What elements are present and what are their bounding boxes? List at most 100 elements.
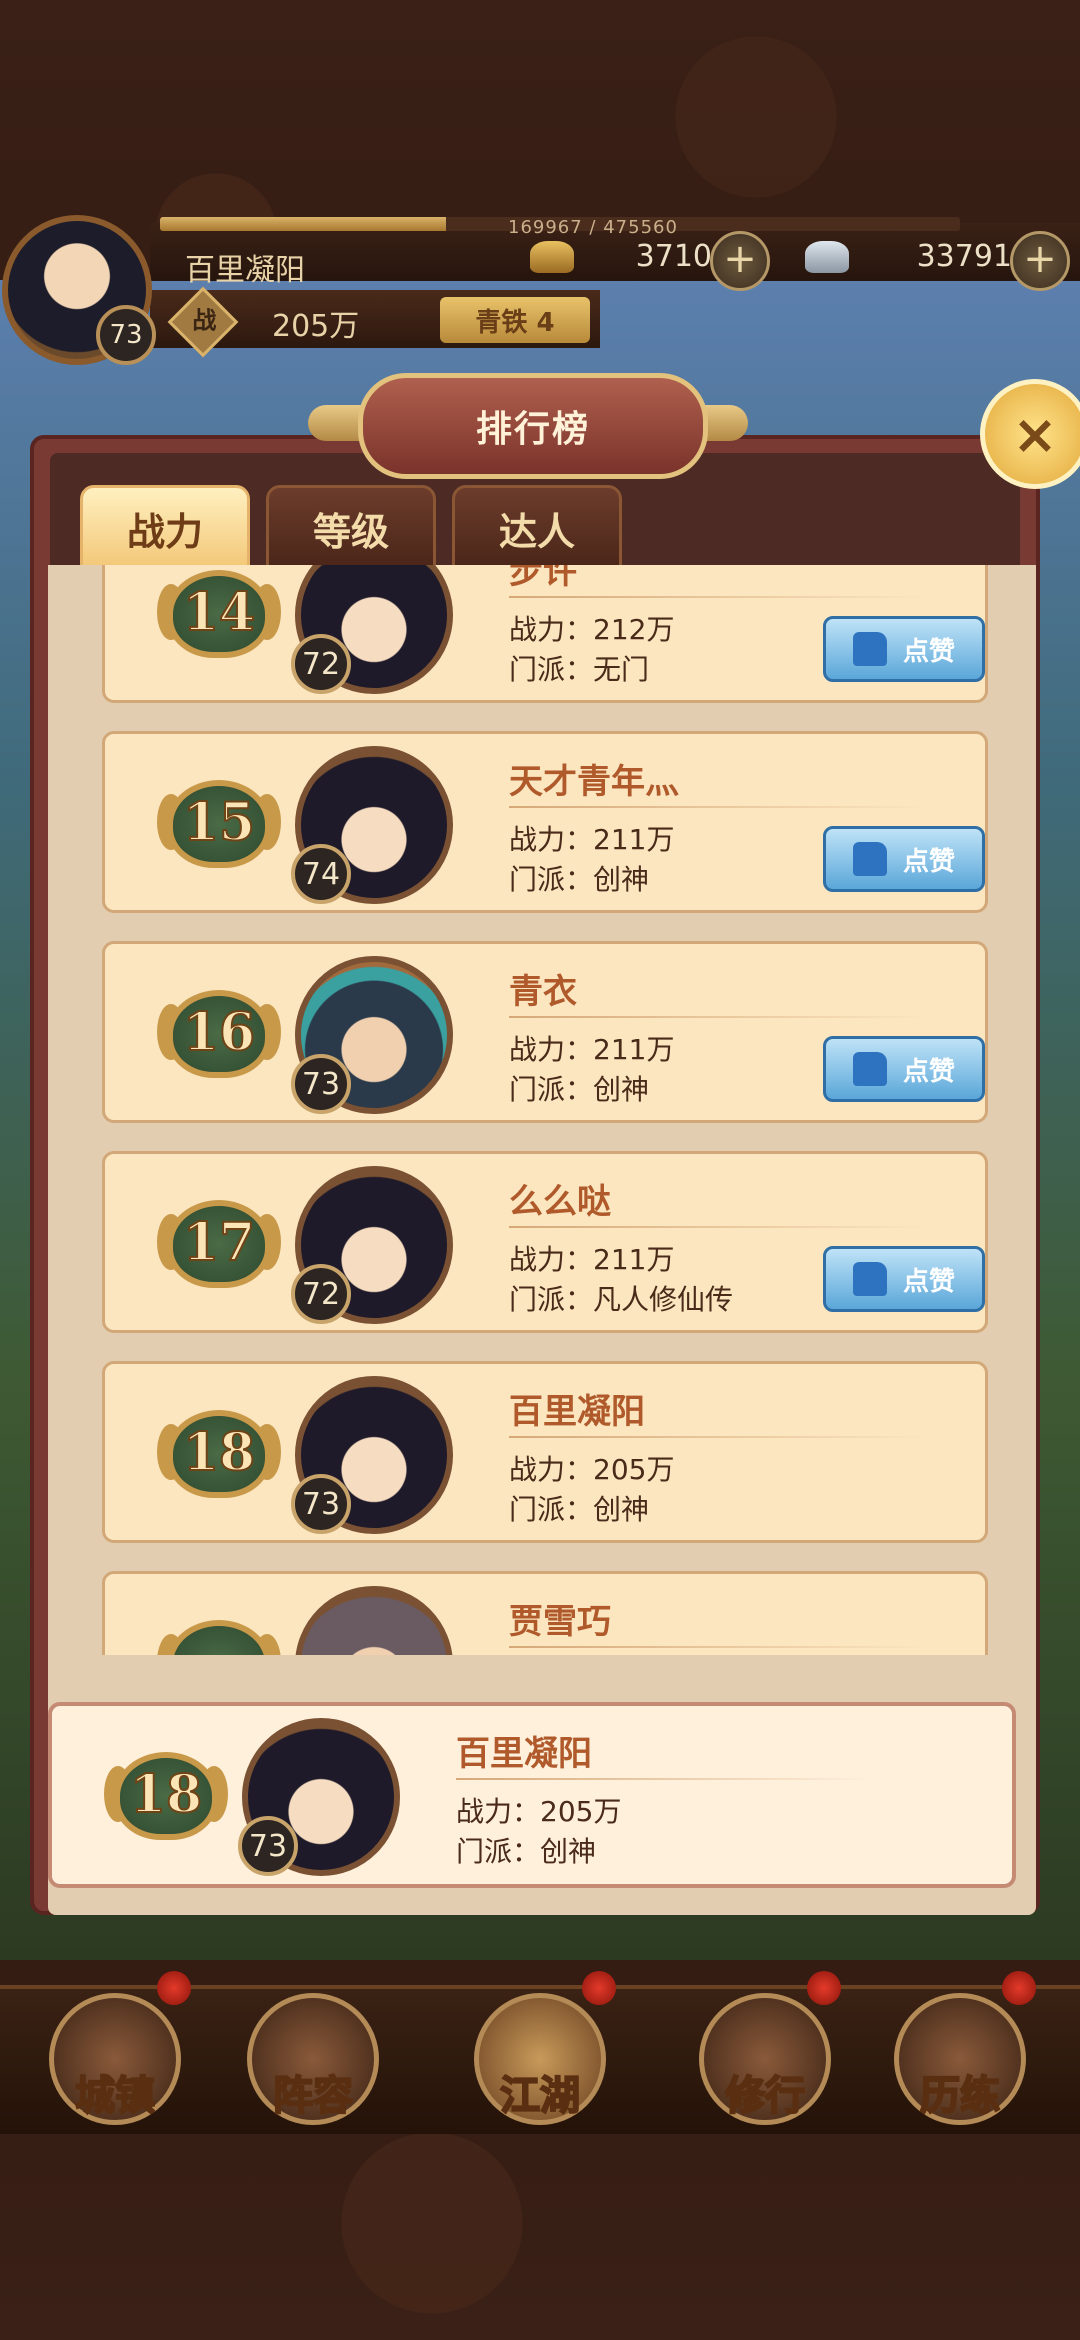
- nav-training[interactable]: 历练: [890, 1971, 1036, 2129]
- player-level-chip: 72: [291, 1264, 351, 1324]
- nav-town[interactable]: 城镇: [45, 1971, 191, 2129]
- notification-dot: [582, 1971, 616, 2005]
- name-divider: [456, 1778, 876, 1780]
- player-sect: 门派：无门: [509, 653, 650, 686]
- player-sect: 门派：创神: [509, 863, 650, 896]
- player-power: 205万: [272, 309, 360, 344]
- tab-power[interactable]: 战力: [80, 485, 250, 571]
- rank-medal: 17: [157, 1194, 281, 1294]
- silver-ingot-icon: [530, 241, 574, 273]
- self-power: 战力：205万: [456, 1795, 622, 1828]
- ranking-row[interactable]: 贾雪巧: [102, 1571, 988, 1655]
- like-button[interactable]: 点赞: [823, 616, 985, 682]
- like-button[interactable]: 点赞: [823, 826, 985, 892]
- name-divider: [509, 806, 929, 808]
- rank-number: 18: [129, 1763, 203, 1826]
- thumbs-up-icon: [852, 1052, 887, 1086]
- self-sect: 门派：创神: [456, 1835, 597, 1868]
- power-icon-label: 战: [192, 306, 217, 335]
- exp-fill: [160, 217, 446, 231]
- player-level-chip: 73: [291, 1474, 351, 1534]
- thumbs-up-icon: [852, 842, 887, 876]
- gold-value: 33791: [916, 239, 1012, 274]
- notification-dot: [807, 1971, 841, 2005]
- player-name: 天才青年灬: [509, 762, 679, 802]
- gold-resource: 33791 +: [805, 231, 1070, 291]
- close-button[interactable]: ×: [980, 379, 1080, 489]
- rank-medal: [157, 1614, 281, 1655]
- ranking-row[interactable]: 17 72 么么哒 战力：211万 门派：凡人修仙传 点赞: [102, 1151, 988, 1333]
- ranking-panel: 排行榜 × 战力 等级 达人 14 72 步许 战力：212万 门派：无门 点赞…: [28, 373, 1080, 1925]
- self-level: 73: [238, 1816, 298, 1876]
- rank-number: 17: [182, 1211, 256, 1274]
- player-avatar[interactable]: 73: [2, 215, 156, 365]
- player-name: 么么哒: [509, 1182, 611, 1222]
- nav-jianghu[interactable]: 江湖: [470, 1971, 616, 2129]
- add-silver-button[interactable]: +: [710, 231, 770, 291]
- nav-town-label: 城镇: [74, 2072, 156, 2120]
- self-name: 百里凝阳: [456, 1734, 592, 1774]
- silver-resource: 3710 +: [530, 231, 770, 291]
- player-power: 战力：212万: [509, 613, 675, 646]
- player-level-chip: 72: [291, 634, 351, 694]
- panel-title: 排行榜: [358, 373, 708, 479]
- like-label: 点赞: [902, 1056, 955, 1087]
- player-power: 战力：211万: [509, 1033, 675, 1066]
- tab-expert[interactable]: 达人: [452, 485, 622, 571]
- player-power: 战力：211万: [509, 1243, 675, 1276]
- player-status-bar: 169967 / 475560 百里凝阳 73 战 205万 青铁 4 3710…: [0, 205, 1080, 375]
- name-divider: [509, 1016, 929, 1018]
- like-label: 点赞: [902, 636, 955, 667]
- name-divider: [509, 1646, 929, 1648]
- player-power: 战力：205万: [509, 1453, 675, 1486]
- add-gold-button[interactable]: +: [1010, 231, 1070, 291]
- name-divider: [509, 1226, 929, 1228]
- player-sect: 门派：凡人修仙传: [509, 1283, 734, 1316]
- nav-jianghu-label: 江湖: [499, 2072, 581, 2120]
- ranking-list[interactable]: 14 72 步许 战力：212万 门派：无门 点赞 15 74 天才青年灬 战力…: [86, 565, 990, 1655]
- rank-number: 14: [182, 581, 256, 644]
- like-button[interactable]: 点赞: [823, 1246, 985, 1312]
- player-name: 步许: [509, 565, 577, 592]
- name-divider: [509, 596, 929, 598]
- nav-lineup-label: 阵容: [272, 2072, 354, 2120]
- player-name: 贾雪巧: [509, 1602, 611, 1642]
- player-level-chip: 74: [291, 844, 351, 904]
- thumbs-up-icon: [852, 1262, 887, 1296]
- medal-shield: [167, 1620, 271, 1655]
- nav-cultivation-label: 修行: [724, 2072, 806, 2120]
- ranking-row[interactable]: 15 74 天才青年灬 战力：211万 门派：创神 点赞: [102, 731, 988, 913]
- rank-medal: 18: [104, 1746, 228, 1846]
- nav-lineup[interactable]: 阵容: [243, 1989, 383, 2129]
- ranking-row[interactable]: 14 72 步许 战力：212万 门派：无门 点赞: [102, 565, 988, 703]
- notification-dot: [1002, 1971, 1036, 2005]
- thumbs-up-icon: [852, 632, 887, 666]
- ranking-row[interactable]: 18 73 百里凝阳 战力：205万 门派：创神: [102, 1361, 988, 1543]
- rank-medal: 15: [157, 774, 281, 874]
- like-label: 点赞: [902, 1266, 955, 1297]
- nav-cultivation[interactable]: 修行: [695, 1971, 841, 2129]
- rank-medal: 14: [157, 565, 281, 664]
- rank-number: 16: [182, 1001, 256, 1064]
- name-divider: [509, 1436, 929, 1438]
- like-label: 点赞: [902, 846, 955, 877]
- player-power: 战力：211万: [509, 823, 675, 856]
- gold-ingot-icon: [805, 241, 849, 273]
- player-level: 73: [96, 305, 156, 365]
- player-portrait[interactable]: [295, 1586, 453, 1655]
- rank-badge[interactable]: 青铁 4: [440, 297, 590, 343]
- player-sect: 门派：创神: [509, 1073, 650, 1106]
- player-level-chip: 73: [291, 1054, 351, 1114]
- player-name: 百里凝阳: [185, 253, 305, 288]
- player-name: 百里凝阳: [509, 1392, 645, 1432]
- rank-medal: 16: [157, 984, 281, 1084]
- silver-value: 3710: [635, 239, 712, 274]
- ranking-row[interactable]: 16 73 青衣 战力：211万 门派：创神 点赞: [102, 941, 988, 1123]
- like-button[interactable]: 点赞: [823, 1036, 985, 1102]
- bottom-navigation: 城镇 阵容 江湖 修行 历练: [0, 1971, 1080, 2134]
- self-rank-row: 18 73 百里凝阳 战力：205万 门派：创神: [48, 1702, 1016, 1888]
- tab-level[interactable]: 等级: [266, 485, 436, 571]
- rank-number: 15: [182, 791, 256, 854]
- rank-medal: 18: [157, 1404, 281, 1504]
- player-sect: 门派：创神: [509, 1493, 650, 1526]
